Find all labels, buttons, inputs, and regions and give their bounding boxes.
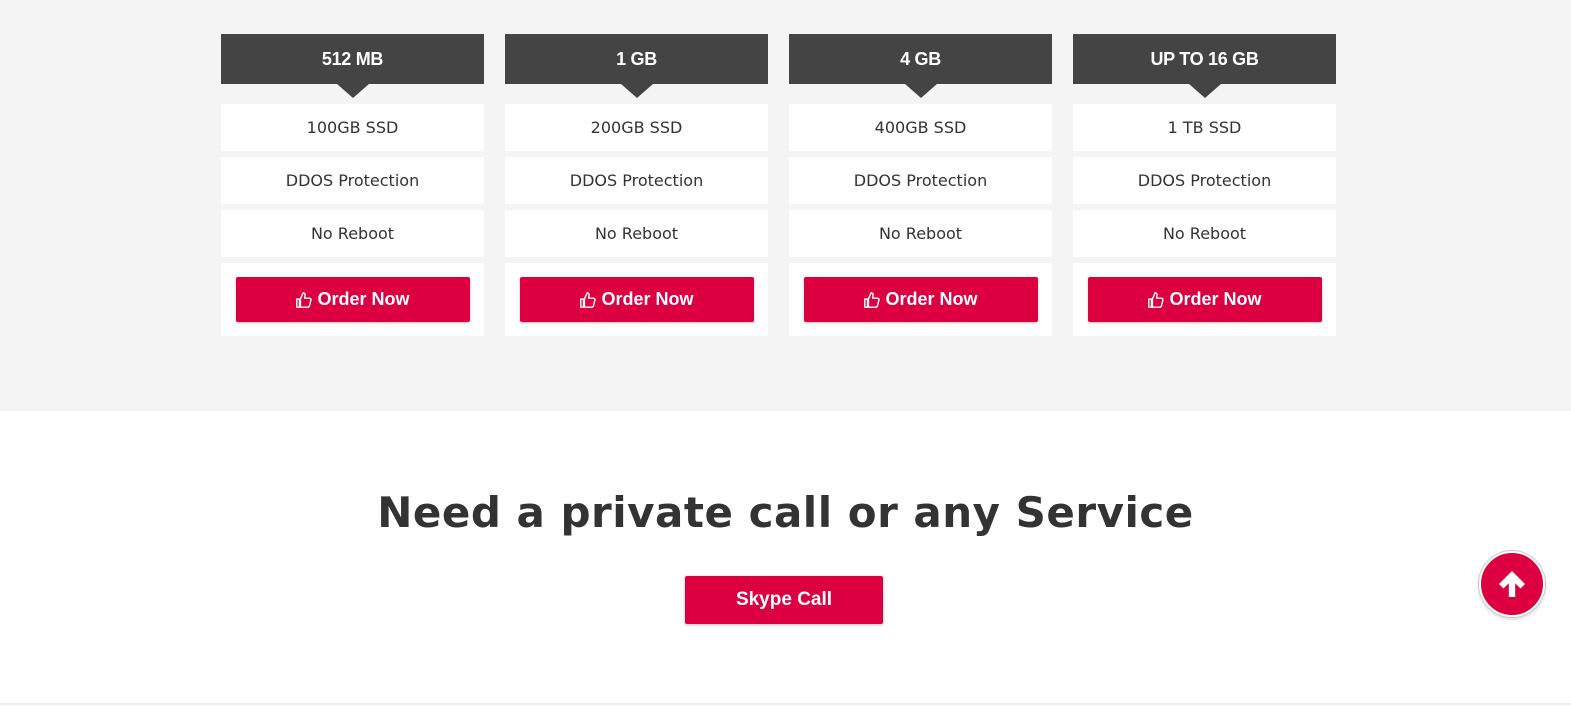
skype-call-button[interactable]: Skype Call [685, 576, 883, 624]
plan-title: 512 MB [221, 34, 484, 98]
cta-heading: Need a private call or any Service [377, 488, 1194, 537]
order-now-label: Order Now [1169, 289, 1262, 309]
plan-feature-reboot: No Reboot [789, 210, 1052, 257]
order-now-button[interactable]: Order Now [803, 277, 1038, 322]
order-now-button[interactable]: Order Now [1087, 277, 1322, 322]
plan-feature-ddos: DDOS Protection [789, 157, 1052, 204]
plan-card-4gb: 4 GB 400GB SSD DDOS Protection No Reboot… [789, 34, 1052, 336]
thumbs-up-icon [864, 291, 881, 308]
plan-card-1gb: 1 GB 200GB SSD DDOS Protection No Reboot… [505, 34, 768, 336]
plan-feature-storage: 100GB SSD [221, 104, 484, 151]
plan-feature-storage: 400GB SSD [789, 104, 1052, 151]
plan-feature-reboot: No Reboot [1073, 210, 1336, 257]
arrow-up-icon [1499, 571, 1525, 597]
section-divider [0, 703, 1571, 705]
order-cell: Order Now [221, 263, 484, 336]
plan-feature-storage: 200GB SSD [505, 104, 768, 151]
pricing-section: 512 MB 100GB SSD DDOS Protection No Rebo… [0, 0, 1571, 411]
order-now-label: Order Now [885, 289, 978, 309]
plan-title: 1 GB [505, 34, 768, 98]
plan-title: 4 GB [789, 34, 1052, 98]
thumbs-up-icon [296, 291, 313, 308]
plan-feature-ddos: DDOS Protection [221, 157, 484, 204]
order-cell: Order Now [789, 263, 1052, 336]
plan-feature-reboot: No Reboot [505, 210, 768, 257]
thumbs-up-icon [580, 291, 597, 308]
plan-feature-ddos: DDOS Protection [1073, 157, 1336, 204]
order-now-label: Order Now [601, 289, 694, 309]
order-now-button[interactable]: Order Now [235, 277, 470, 322]
order-cell: Order Now [505, 263, 768, 336]
plan-feature-ddos: DDOS Protection [505, 157, 768, 204]
order-now-button[interactable]: Order Now [519, 277, 754, 322]
order-now-label: Order Now [317, 289, 410, 309]
plan-title: UP TO 16 GB [1073, 34, 1336, 98]
scroll-to-top-button[interactable] [1479, 551, 1545, 617]
plan-feature-reboot: No Reboot [221, 210, 484, 257]
plan-feature-storage: 1 TB SSD [1073, 104, 1336, 151]
order-cell: Order Now [1073, 263, 1336, 336]
thumbs-up-icon [1148, 291, 1165, 308]
plan-card-512mb: 512 MB 100GB SSD DDOS Protection No Rebo… [221, 34, 484, 336]
plan-card-16gb: UP TO 16 GB 1 TB SSD DDOS Protection No … [1073, 34, 1336, 336]
